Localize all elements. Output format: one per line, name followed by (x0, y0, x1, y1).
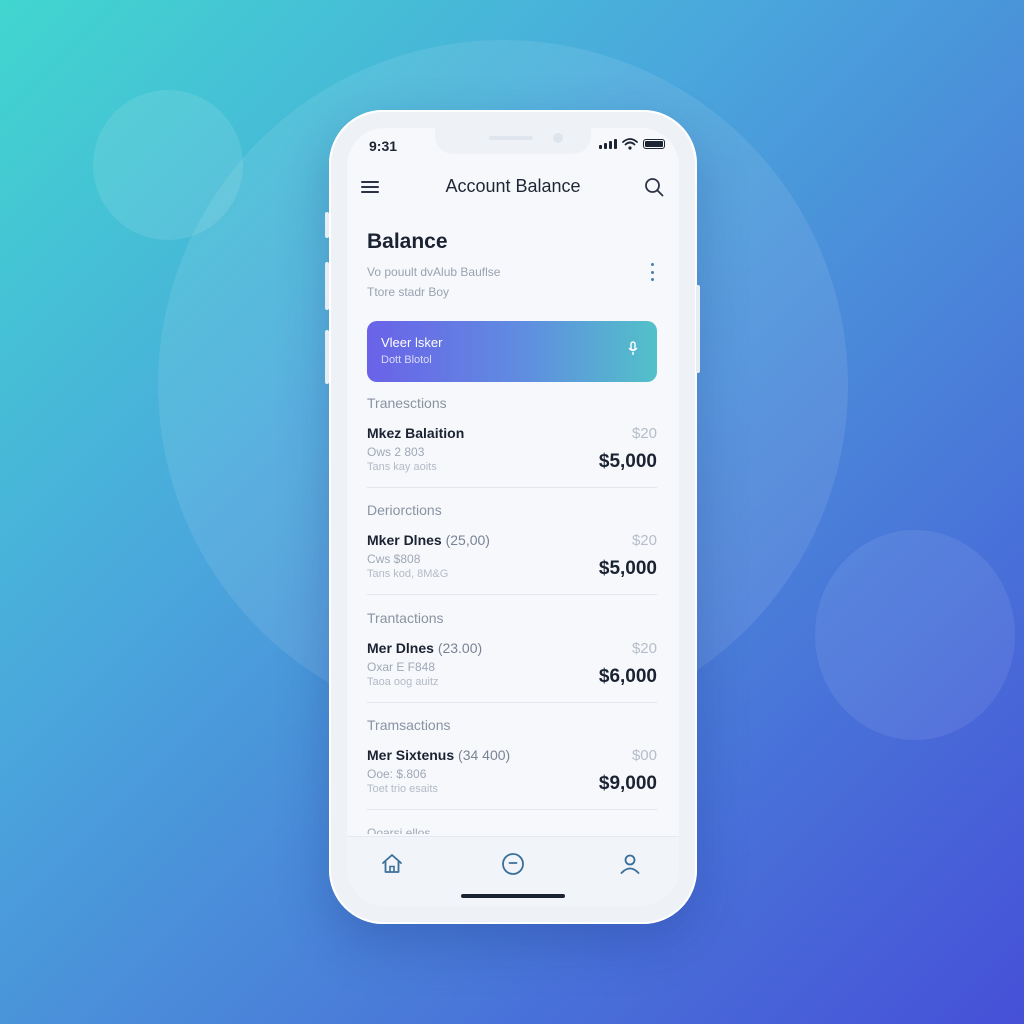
transaction-amount: $6,000 (598, 666, 657, 687)
transaction-section[interactable]: Deriorctions Mker Dlnes (25,00) Cws $808… (367, 502, 657, 610)
transaction-name: Mker Dlnes (25,00) (367, 532, 490, 548)
transaction-small-amount: $20 (631, 640, 657, 657)
divider (367, 594, 657, 595)
balance-subtitle: Vo pouult dvAlub Bauflse (367, 265, 501, 279)
transaction-section[interactable]: Trantactions Mer Dlnes (23.00) Oxar E F8… (367, 610, 657, 718)
section-label: Deriorctions (367, 502, 442, 518)
transaction-name: Mer Dlnes (23.00) (367, 640, 483, 656)
profile-icon[interactable] (617, 851, 643, 877)
page-title: Account Balance (445, 176, 581, 196)
transaction-meta: Ooe: $.806 (367, 767, 427, 781)
home-icon[interactable] (379, 851, 405, 877)
phone-screen: 9:31 Account Balance Balance Vo pouult d… (347, 128, 679, 906)
transaction-amount: $5,000 (598, 558, 657, 579)
balance-heading: Balance (367, 230, 448, 253)
divider (367, 809, 657, 810)
phone-power-button (696, 285, 700, 373)
microphone-icon[interactable] (627, 341, 639, 357)
notch (435, 128, 591, 154)
status-time: 9:31 (369, 138, 398, 154)
transaction-meta: Oxar E F848 (367, 660, 436, 674)
transaction-meta-secondary: Toet trio esaits (367, 783, 438, 795)
transaction-meta-secondary: Tans kay aoits (367, 461, 437, 473)
transaction-meta: Ows 2 803 (367, 445, 425, 459)
app-header: Account Balance (347, 172, 679, 202)
signal-icon (599, 139, 617, 149)
transaction-name: Mer Sixtenus (34 400) (367, 747, 511, 763)
section-label-cut: Ooarsi ellos (367, 826, 431, 834)
phone-side-button (325, 212, 329, 238)
phone-side-button (325, 330, 329, 384)
transaction-meta: Cws $808 (367, 552, 421, 566)
account-card[interactable]: Vleer lsker Dott Blotol (367, 321, 657, 382)
transaction-small-amount: $20 (631, 532, 657, 549)
home-indicator[interactable] (461, 894, 565, 898)
section-label: Tranesctions (367, 395, 447, 411)
background-circle-small (93, 90, 243, 240)
kebab-menu-icon[interactable] (649, 263, 655, 281)
divider (367, 702, 657, 703)
section-label: Trantactions (367, 610, 444, 626)
divider (367, 487, 657, 488)
chat-icon[interactable] (500, 851, 526, 877)
balance-subtitle-secondary: Ttore stadr Boy (367, 285, 450, 299)
search-icon[interactable] (643, 176, 665, 198)
phone-side-button (325, 262, 329, 310)
card-subtitle: Dott Blotol (381, 354, 432, 366)
battery-icon (643, 139, 665, 149)
card-title: Vleer lsker (381, 335, 443, 350)
status-icons (599, 138, 665, 150)
speaker (489, 136, 533, 140)
background-circle-right (815, 530, 1015, 740)
transaction-small-amount: $20 (631, 425, 657, 442)
section-label: Tramsactions (367, 717, 451, 733)
wifi-icon (622, 138, 638, 150)
transaction-meta-secondary: Taoa oog auitz (367, 676, 439, 688)
camera (553, 133, 563, 143)
transaction-amount: $5,000 (598, 451, 657, 472)
transaction-amount: $9,000 (598, 773, 657, 794)
transaction-meta-secondary: Tans kod, 8M&G (367, 568, 449, 580)
transaction-section[interactable]: Tranesctions Mkez Balaition Ows 2 803 Ta… (367, 395, 657, 503)
transaction-section[interactable]: Tramsactions Mer Sixtenus (34 400) Ooe: … (367, 717, 657, 825)
transaction-small-amount: $00 (631, 747, 657, 764)
transaction-name: Mkez Balaition (367, 425, 465, 441)
